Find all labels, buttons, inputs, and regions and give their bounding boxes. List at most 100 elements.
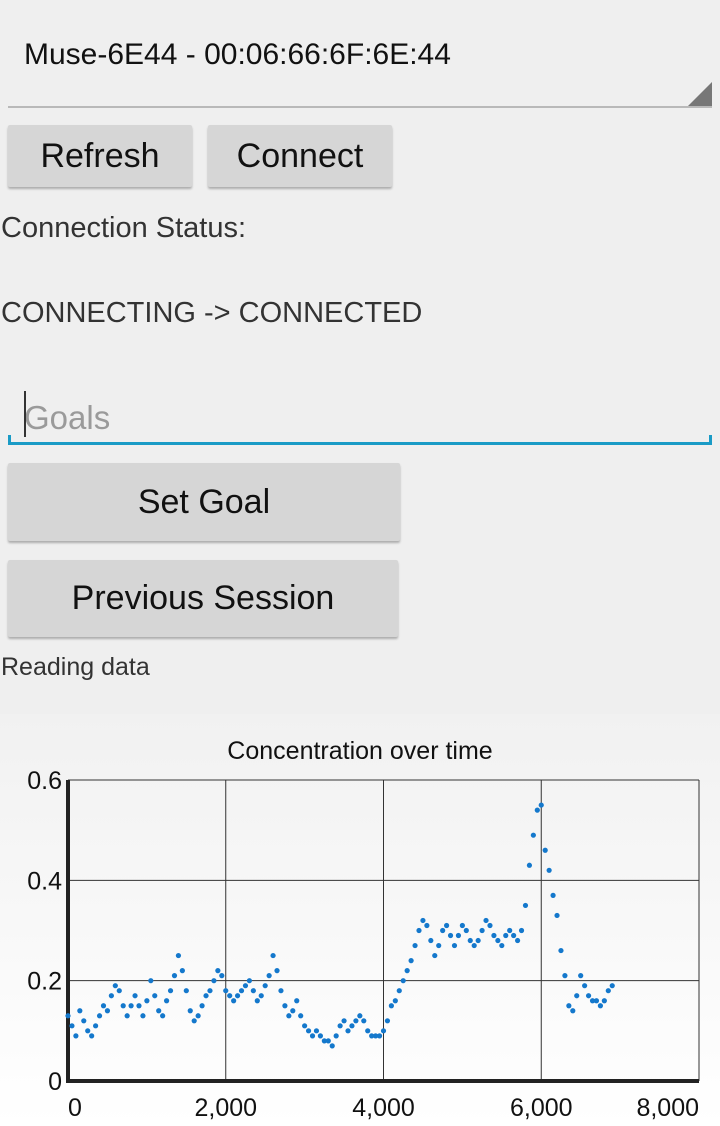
refresh-button[interactable]: Refresh — [8, 125, 192, 187]
data-point — [483, 917, 489, 924]
data-point — [274, 968, 280, 974]
data-point — [570, 1008, 576, 1014]
data-point — [550, 892, 556, 898]
data-point — [384, 1018, 391, 1024]
data-point — [140, 1013, 146, 1019]
goals-underline — [8, 442, 712, 445]
data-point — [463, 927, 469, 934]
data-point — [554, 912, 560, 919]
previous-session-button[interactable]: Previous Session — [8, 560, 398, 637]
data-point — [219, 973, 225, 979]
x-tick-label: 0 — [68, 1094, 82, 1122]
y-tick-label: 0.2 — [27, 968, 62, 996]
y-tick-label: 0 — [48, 1068, 62, 1096]
data-point — [376, 1033, 383, 1039]
data-point — [566, 1003, 572, 1009]
data-point — [309, 1033, 316, 1039]
data-point — [333, 1033, 339, 1039]
data-point — [77, 1008, 83, 1014]
data-point — [511, 932, 517, 939]
data-point — [254, 998, 260, 1004]
reading-status: Reading data — [1, 653, 150, 681]
data-point — [605, 988, 611, 994]
goals-field[interactable] — [8, 385, 712, 447]
data-point — [65, 1013, 71, 1019]
data-point — [89, 1033, 95, 1039]
concentration-chart: Concentration over time 0 0.2 0.4 0.6 0 2,00… — [0, 714, 720, 1126]
data-point — [231, 998, 237, 1004]
data-point — [491, 932, 497, 939]
data-point — [124, 1013, 130, 1019]
data-point — [112, 983, 118, 989]
data-point — [585, 993, 592, 999]
data-point — [514, 937, 521, 944]
data-point — [380, 1028, 387, 1034]
data-point — [262, 983, 268, 989]
data-point — [183, 988, 189, 994]
data-point — [278, 988, 284, 994]
data-point — [313, 1028, 320, 1034]
data-point — [353, 1018, 359, 1024]
data-point — [128, 1003, 134, 1009]
x-tick-label: 2,000 — [194, 1094, 257, 1122]
data-point — [305, 1028, 312, 1034]
data-point — [396, 988, 402, 994]
data-point — [325, 1038, 331, 1044]
data-point — [451, 942, 458, 949]
data-point — [471, 942, 477, 949]
set-goal-button[interactable]: Set Goal — [8, 463, 400, 541]
data-point — [574, 993, 580, 999]
data-point — [179, 968, 185, 974]
data-point — [132, 993, 138, 999]
data-point — [163, 998, 170, 1004]
data-point — [266, 973, 272, 979]
chart-svg: Concentration over time 0 0.2 0.4 0.6 0 2,00… — [27, 737, 700, 1122]
data-point — [392, 998, 398, 1004]
data-point — [530, 832, 536, 838]
data-point — [104, 1008, 111, 1014]
data-point — [522, 902, 529, 909]
data-point — [337, 1023, 343, 1029]
data-point — [227, 993, 233, 999]
data-point — [191, 1018, 197, 1024]
connect-button[interactable]: Connect — [208, 125, 392, 187]
data-point — [475, 937, 481, 944]
goals-underline-end-right — [709, 435, 712, 445]
data-point — [467, 937, 473, 944]
data-point — [116, 988, 122, 994]
text-cursor — [24, 391, 26, 437]
device-spinner[interactable]: Muse-6E44 - 00:06:66:6F:6E:44 — [8, 0, 712, 108]
goals-input[interactable] — [8, 385, 712, 443]
data-point — [156, 1008, 162, 1014]
data-point — [578, 973, 584, 979]
data-point — [526, 862, 533, 868]
data-point — [412, 942, 418, 949]
chart-title: Concentration over time — [227, 737, 492, 765]
data-point — [582, 983, 588, 989]
data-point — [136, 1003, 142, 1009]
data-point — [175, 952, 182, 959]
data-point — [349, 1023, 355, 1029]
data-point — [290, 1008, 296, 1014]
dropdown-arrow-icon — [688, 82, 712, 106]
data-point — [215, 968, 221, 974]
data-point — [609, 983, 615, 989]
data-point — [96, 1013, 103, 1019]
data-point — [317, 1033, 323, 1039]
data-point — [148, 978, 154, 984]
data-point — [593, 998, 600, 1004]
data-point — [195, 1013, 201, 1019]
data-point — [258, 993, 264, 999]
data-point — [282, 1003, 288, 1009]
data-point — [503, 932, 509, 939]
x-tick-label: 6,000 — [510, 1094, 573, 1122]
data-point — [93, 1023, 99, 1029]
goals-underline-end-left — [8, 435, 11, 445]
data-point — [400, 978, 406, 984]
data-point — [388, 1003, 394, 1009]
data-point — [365, 1028, 371, 1034]
data-point — [440, 927, 446, 934]
data-point — [203, 993, 209, 999]
data-point — [120, 1003, 126, 1009]
x-tick-label: 8,000 — [636, 1094, 699, 1122]
